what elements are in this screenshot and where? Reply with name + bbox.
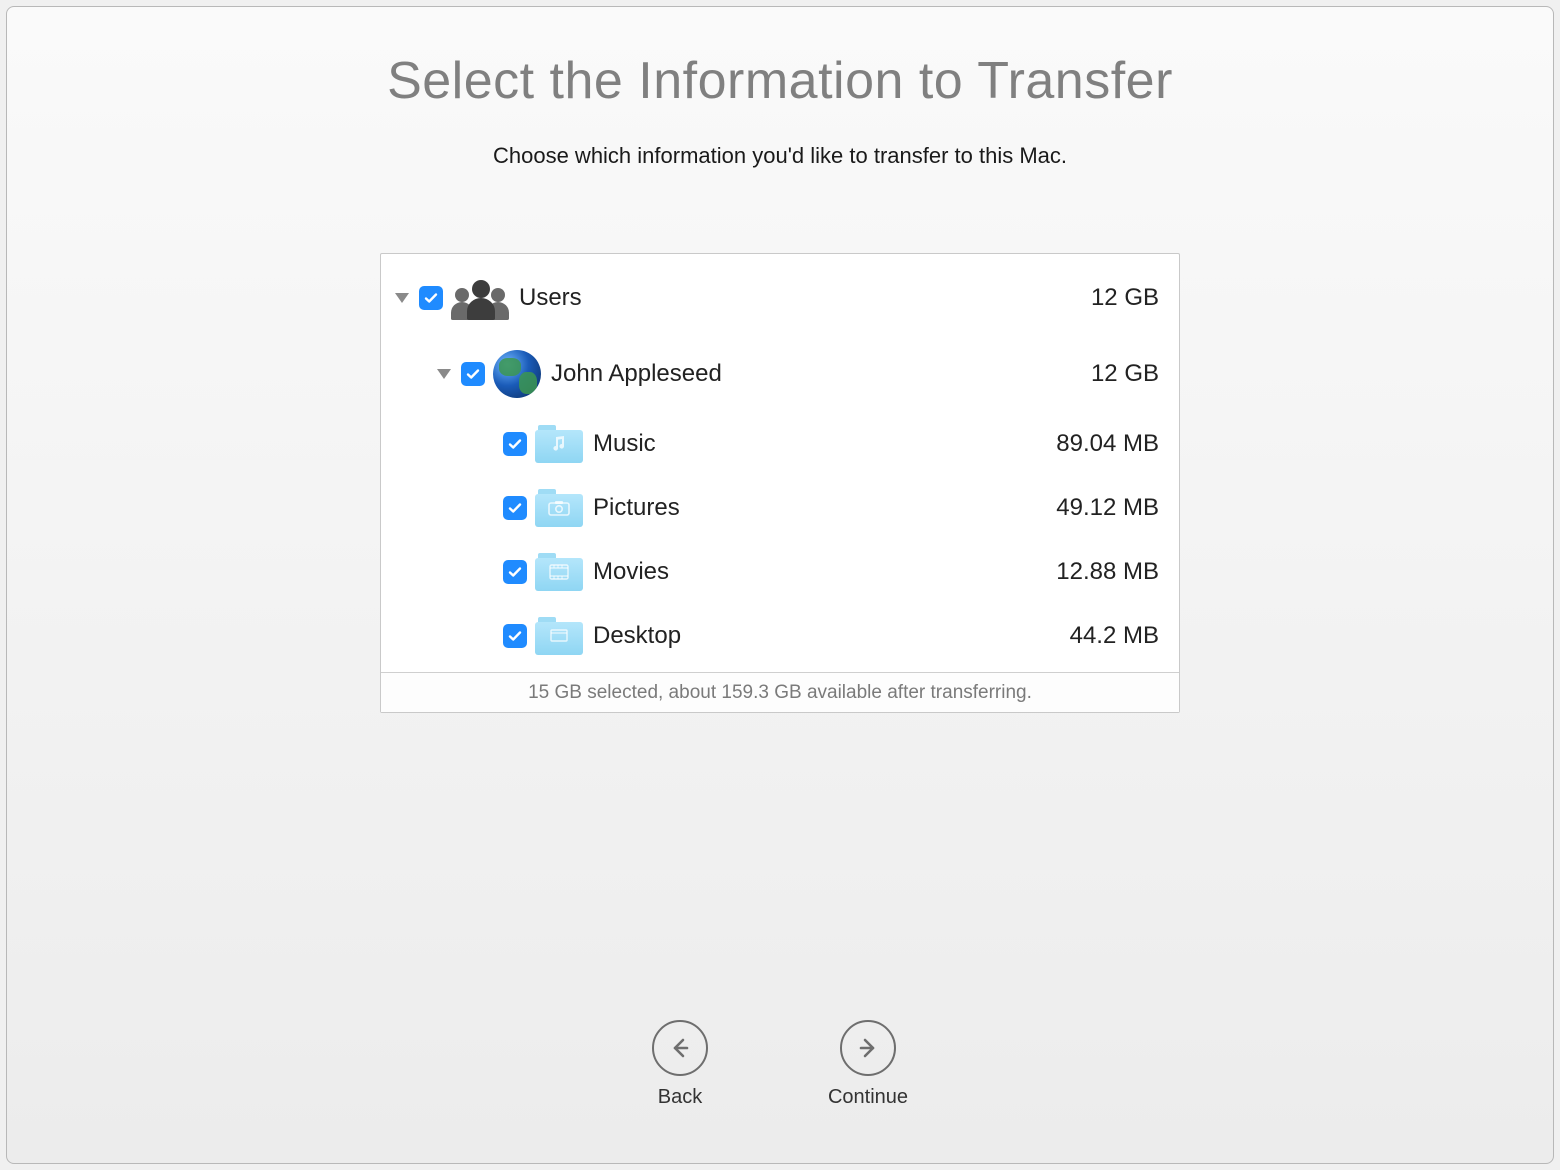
checkmark-icon	[423, 290, 439, 306]
page-title: Select the Information to Transfer	[7, 51, 1553, 111]
tree-size: 89.04 MB	[1056, 430, 1159, 458]
tree-label: Music	[593, 430, 1056, 458]
continue-label: Continue	[828, 1086, 908, 1109]
arrow-right-icon	[840, 1020, 896, 1076]
checkmark-icon	[507, 436, 523, 452]
tree-label: Movies	[593, 558, 1056, 586]
tree-label: Users	[519, 284, 1091, 312]
checkbox-music[interactable]	[503, 432, 527, 456]
migration-assistant-window: Select the Information to Transfer Choos…	[6, 6, 1554, 1164]
disclosure-triangle-icon[interactable]	[437, 369, 451, 379]
tree-row-user[interactable]: John Appleseed 12 GB	[381, 336, 1179, 412]
desktop-folder-icon	[535, 617, 583, 655]
disclosure-triangle-icon[interactable]	[395, 293, 409, 303]
checkmark-icon	[507, 500, 523, 516]
checkbox-pictures[interactable]	[503, 496, 527, 520]
tree-size: 44.2 MB	[1070, 622, 1159, 650]
tree-row-pictures[interactable]: Pictures 49.12 MB	[381, 476, 1179, 540]
user-avatar-icon	[493, 350, 541, 398]
nav-footer: Back Continue	[7, 1020, 1553, 1109]
page-subtitle: Choose which information you'd like to t…	[7, 143, 1553, 169]
tree-size: 12 GB	[1091, 360, 1159, 388]
checkmark-icon	[507, 628, 523, 644]
tree-label: Pictures	[593, 494, 1056, 522]
tree-label: John Appleseed	[551, 360, 1091, 388]
arrow-left-icon	[652, 1020, 708, 1076]
checkmark-icon	[465, 366, 481, 382]
tree-label: Desktop	[593, 622, 1070, 650]
continue-button[interactable]: Continue	[828, 1020, 908, 1109]
back-label: Back	[658, 1086, 702, 1109]
checkmark-icon	[507, 564, 523, 580]
tree-size: 49.12 MB	[1056, 494, 1159, 522]
movies-folder-icon	[535, 553, 583, 591]
users-group-icon	[451, 276, 509, 320]
tree-row-movies[interactable]: Movies 12.88 MB	[381, 540, 1179, 604]
transfer-panel: Users 12 GB John Appleseed 12 GB	[380, 253, 1180, 713]
checkbox-desktop[interactable]	[503, 624, 527, 648]
source-tree[interactable]: Users 12 GB John Appleseed 12 GB	[381, 254, 1179, 672]
pictures-folder-icon	[535, 489, 583, 527]
checkbox-users[interactable]	[419, 286, 443, 310]
checkbox-user[interactable]	[461, 362, 485, 386]
tree-size: 12.88 MB	[1056, 558, 1159, 586]
tree-row-music[interactable]: Music 89.04 MB	[381, 412, 1179, 476]
music-folder-icon	[535, 425, 583, 463]
tree-row-users[interactable]: Users 12 GB	[381, 260, 1179, 336]
checkbox-movies[interactable]	[503, 560, 527, 584]
tree-size: 12 GB	[1091, 284, 1159, 312]
status-bar: 15 GB selected, about 159.3 GB available…	[381, 672, 1179, 712]
tree-row-desktop[interactable]: Desktop 44.2 MB	[381, 604, 1179, 668]
back-button[interactable]: Back	[652, 1020, 708, 1109]
